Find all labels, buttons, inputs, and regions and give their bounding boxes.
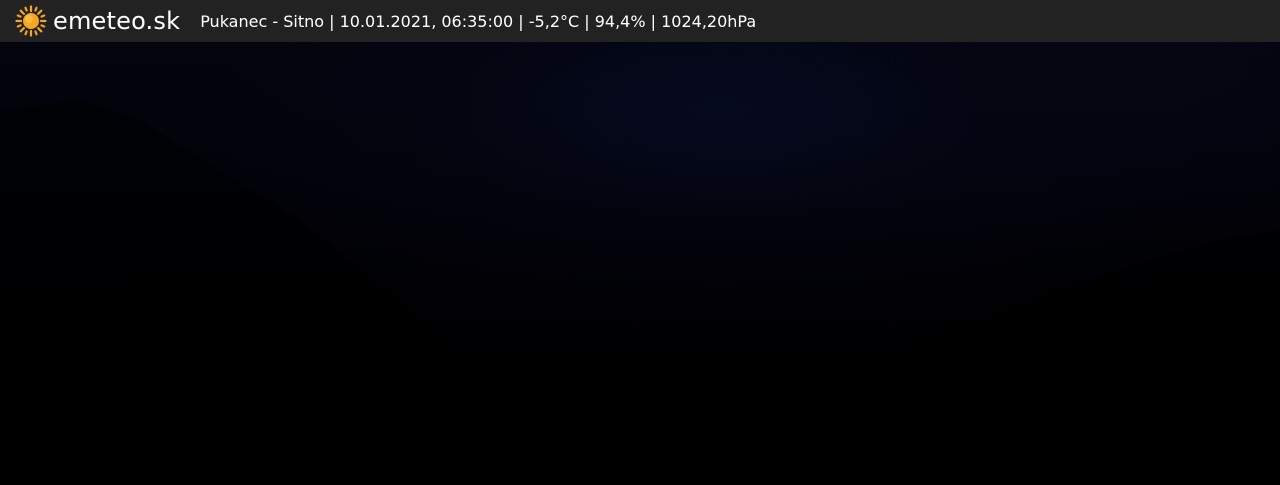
- top-bar: emeteo.sk Pukanec - Sitno | 10.01.2021, …: [0, 0, 1280, 42]
- sun-icon[interactable]: [15, 5, 47, 37]
- webcam-image: [0, 0, 1280, 485]
- mountain-silhouette: [0, 100, 1280, 485]
- station-info-text: Pukanec - Sitno | 10.01.2021, 06:35:00 |…: [200, 11, 757, 31]
- site-logo-text[interactable]: emeteo.sk: [53, 7, 180, 35]
- webcam-page: emeteo.sk Pukanec - Sitno | 10.01.2021, …: [0, 0, 1280, 485]
